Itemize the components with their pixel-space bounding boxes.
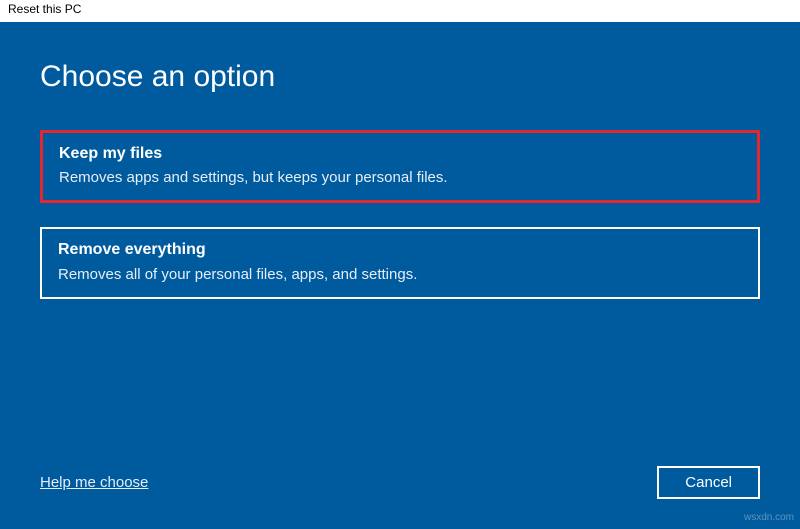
help-me-choose-link[interactable]: Help me choose (40, 474, 148, 491)
option-title: Keep my files (59, 143, 741, 165)
window-title: Reset this PC (8, 2, 81, 16)
window-titlebar: Reset this PC (0, 0, 800, 22)
reset-pc-dialog: Choose an option Keep my files Removes a… (0, 22, 800, 529)
dialog-footer: Help me choose Cancel (40, 466, 760, 499)
option-remove-everything[interactable]: Remove everything Removes all of your pe… (40, 227, 760, 298)
option-keep-my-files[interactable]: Keep my files Removes apps and settings,… (40, 130, 760, 203)
cancel-button[interactable]: Cancel (657, 466, 760, 499)
option-description: Removes apps and settings, but keeps you… (59, 167, 741, 188)
watermark: wsxdn.com (744, 512, 794, 523)
option-description: Removes all of your personal files, apps… (58, 264, 742, 285)
page-title: Choose an option (40, 60, 760, 94)
option-title: Remove everything (58, 239, 742, 261)
